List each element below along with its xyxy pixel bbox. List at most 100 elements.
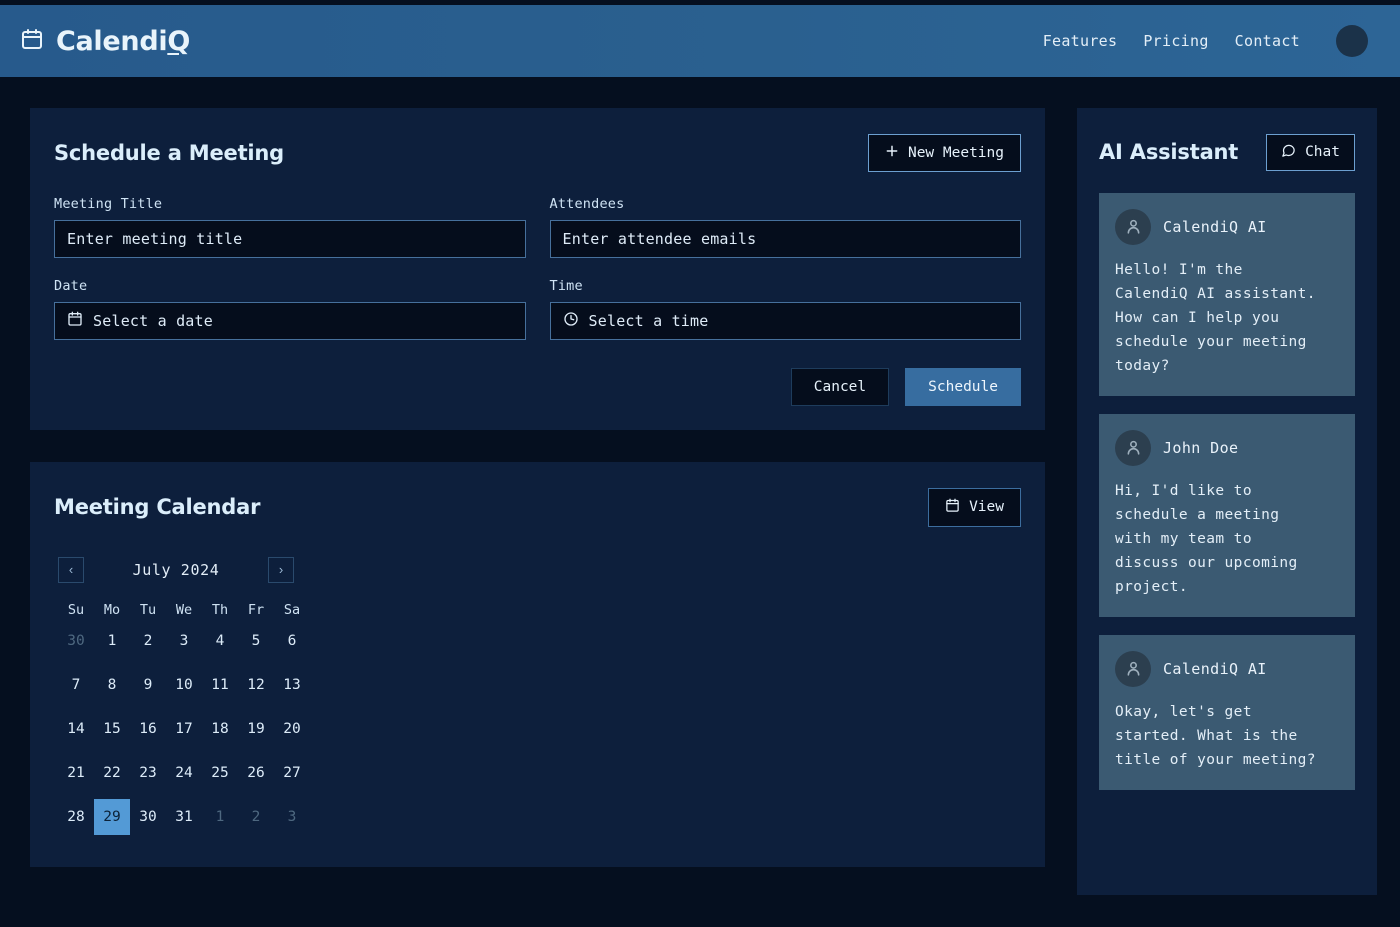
- page-content: Schedule a Meeting New Meeting Meeting T…: [0, 77, 1400, 895]
- view-label: View: [969, 499, 1004, 515]
- chat-message-author: CalendiQ AI: [1163, 659, 1267, 678]
- calendar-day[interactable]: 31: [166, 799, 202, 835]
- date-input[interactable]: Select a date: [54, 301, 526, 340]
- calendar-day[interactable]: 8: [94, 667, 130, 703]
- chat-message: CalendiQ AI Hello! I'm the CalendiQ AI as…: [1099, 192, 1355, 396]
- user-icon: [1115, 208, 1151, 245]
- new-meeting-label: New Meeting: [907, 144, 1004, 161]
- calendar-day[interactable]: 4: [202, 623, 238, 659]
- calendar-day[interactable]: 27: [274, 755, 310, 791]
- chat-message-text: Okay, let's get started. What is the tit…: [1115, 703, 1316, 768]
- calendar-day[interactable]: 15: [94, 711, 130, 747]
- form-actions: Cancel Schedule: [54, 367, 1021, 406]
- calendar-day[interactable]: 1: [94, 623, 130, 659]
- calendar-day[interactable]: 10: [166, 667, 202, 703]
- calendar-day[interactable]: 14: [58, 711, 94, 747]
- calendar-grid: Su Mo Tu We Th Fr Sa: [58, 597, 1021, 623]
- chat-message: John Doe Hi, I'd like to schedule a meeti…: [1099, 413, 1355, 617]
- calendar-day[interactable]: 3: [166, 623, 202, 659]
- calendar-day[interactable]: 25: [202, 755, 238, 791]
- calendar-day[interactable]: 16: [130, 711, 166, 747]
- calendar-day[interactable]: 9: [130, 667, 166, 703]
- calendar-day[interactable]: 3: [274, 799, 310, 835]
- chat-message-header: John Doe: [1115, 429, 1339, 466]
- calendar-day[interactable]: 19: [238, 711, 274, 747]
- chat-message-author: CalendiQ AI: [1163, 217, 1267, 236]
- meeting-title-label: Meeting Title: [54, 195, 163, 212]
- chat-message-header: CalendiQ AI: [1115, 208, 1339, 245]
- calendar-day[interactable]: 26: [238, 755, 274, 791]
- field-meeting-title: Meeting Title Enter meeting title: [54, 196, 526, 258]
- prev-month-button[interactable]: ‹: [58, 556, 84, 583]
- field-date: Date Select a date: [54, 278, 526, 340]
- schedule-button[interactable]: Schedule: [905, 367, 1021, 406]
- meeting-title-placeholder: Enter meeting title: [67, 229, 243, 248]
- brand-name: CalendiQ: [56, 26, 190, 57]
- user-avatar[interactable]: [1336, 25, 1368, 57]
- calendar-day[interactable]: 11: [202, 667, 238, 703]
- date-label: Date: [54, 277, 88, 294]
- time-placeholder: Select a time: [588, 311, 709, 330]
- cancel-button[interactable]: Cancel: [790, 367, 890, 406]
- calendar-day[interactable]: 7: [58, 667, 94, 703]
- meeting-form: Meeting Title Enter meeting title Attend…: [54, 196, 1021, 360]
- meeting-title-input[interactable]: Enter meeting title: [54, 219, 526, 258]
- calendar-days-grid: 30 1 2 3 4 5 6 7 8 9 10 11 12 13 14 15 16 17 18 19 20 21 22 23 2…: [58, 623, 1021, 835]
- nav-link-pricing[interactable]: Pricing: [1143, 32, 1208, 50]
- assistant-header: AI Assistant Chat: [1099, 134, 1355, 171]
- calendar-nav: ‹ July 2024 ›: [58, 556, 294, 583]
- calendar-day-selected[interactable]: 29: [94, 798, 130, 835]
- calendar-day[interactable]: 1: [202, 799, 238, 835]
- next-month-button[interactable]: ›: [268, 556, 294, 583]
- meeting-calendar-card: Meeting Calendar View ‹ July 2024 › Su M…: [30, 462, 1045, 867]
- new-meeting-button[interactable]: New Meeting: [867, 134, 1021, 172]
- ai-assistant-panel: AI Assistant Chat CalendiQ AI Hello! I'm …: [1077, 108, 1377, 895]
- calendar-day[interactable]: 20: [274, 711, 310, 747]
- calendar-day[interactable]: 2: [238, 799, 274, 835]
- chat-message-text: Hello! I'm the CalendiQ AI assistant. Ho…: [1115, 261, 1316, 374]
- calendar-day[interactable]: 13: [274, 667, 310, 703]
- brand-logo[interactable]: CalendiQ: [20, 26, 190, 57]
- user-icon: [1115, 429, 1151, 466]
- calendar-day[interactable]: 21: [58, 755, 94, 791]
- calendar-icon: [945, 498, 960, 517]
- calendar-icon: [67, 311, 83, 331]
- view-button[interactable]: View: [928, 488, 1021, 527]
- assistant-column: AI Assistant Chat CalendiQ AI Hello! I'm …: [1077, 108, 1377, 895]
- user-icon: [1115, 650, 1151, 687]
- nav-link-contact[interactable]: Contact: [1235, 32, 1300, 50]
- attendees-label: Attendees: [549, 195, 625, 212]
- calendar-day[interactable]: 30: [130, 799, 166, 835]
- calendar-day[interactable]: 17: [166, 711, 202, 747]
- calendar-day[interactable]: 18: [202, 711, 238, 747]
- assistant-title: AI Assistant: [1099, 140, 1239, 165]
- chat-message-text: Hi, I'd like to schedule a meeting with …: [1115, 482, 1298, 595]
- page-title: Schedule a Meeting: [54, 140, 284, 165]
- calendar-day-header: Th: [211, 601, 229, 618]
- chat-message-header: CalendiQ AI: [1115, 650, 1339, 687]
- calendar-month-label: July 2024: [132, 560, 220, 579]
- calendar-day[interactable]: 2: [130, 623, 166, 659]
- calendar-day[interactable]: 23: [130, 755, 166, 791]
- calendar-day[interactable]: 12: [238, 667, 274, 703]
- schedule-meeting-card: Schedule a Meeting New Meeting Meeting T…: [30, 108, 1045, 430]
- calendar-day[interactable]: 6: [274, 623, 310, 659]
- message-bubble-icon: [1281, 143, 1296, 162]
- time-input[interactable]: Select a time: [549, 301, 1021, 340]
- calendar-card-header: Meeting Calendar View: [54, 488, 1021, 527]
- calendar-day-header: Mo: [103, 601, 121, 618]
- chat-button[interactable]: Chat: [1266, 134, 1355, 171]
- clock-icon: [563, 311, 579, 331]
- calendar-day[interactable]: 24: [166, 755, 202, 791]
- brand-name-accent: Q: [167, 25, 190, 57]
- calendar-day[interactable]: 22: [94, 755, 130, 791]
- chat-label: Chat: [1305, 144, 1340, 160]
- calendar-day-header: Sa: [283, 601, 301, 618]
- nav-link-features[interactable]: Features: [1043, 32, 1118, 50]
- calendar-day[interactable]: 5: [238, 623, 274, 659]
- attendees-input[interactable]: Enter attendee emails: [549, 219, 1021, 258]
- field-attendees: Attendees Enter attendee emails: [549, 195, 1021, 258]
- calendar-day[interactable]: 30: [58, 623, 94, 659]
- calendar-day-header: Tu: [139, 601, 157, 618]
- calendar-day[interactable]: 28: [58, 799, 94, 835]
